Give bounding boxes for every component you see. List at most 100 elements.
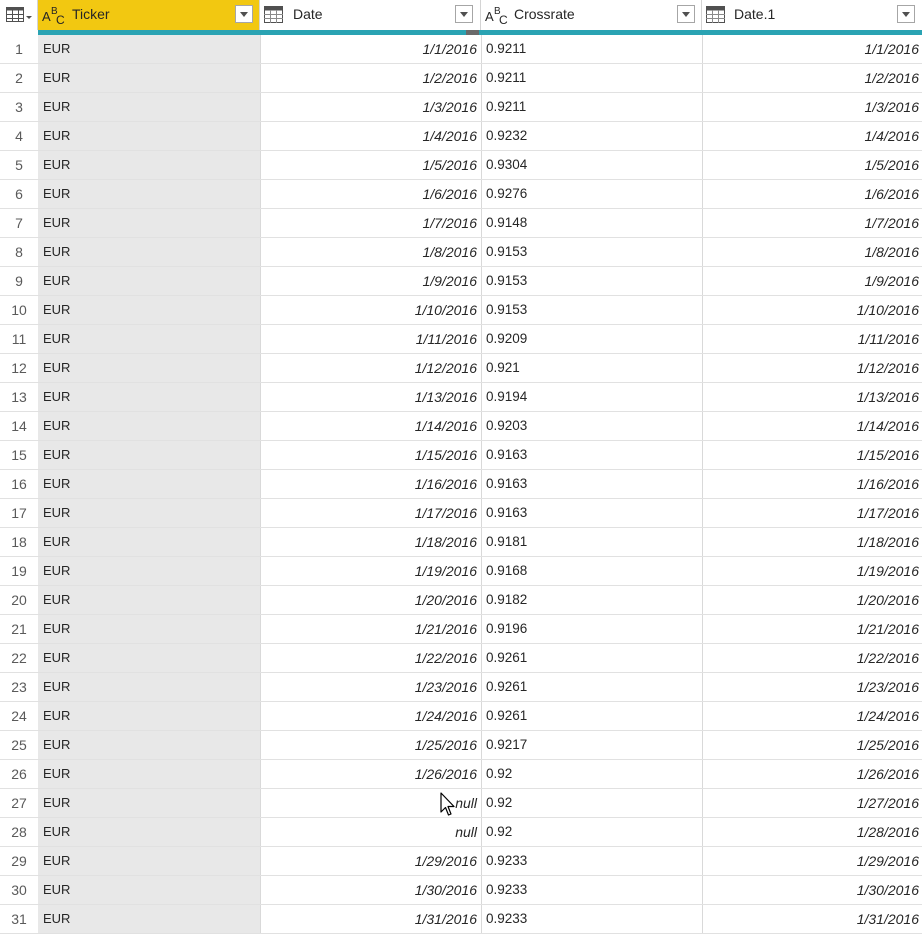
cell-date[interactable]: 1/17/2016 — [260, 499, 481, 527]
cell-date1[interactable]: 1/7/2016 — [702, 209, 922, 237]
table-row[interactable]: 9 EUR 1/9/2016 0.9153 1/9/2016 — [0, 267, 922, 296]
cell-date1[interactable]: 1/8/2016 — [702, 238, 922, 266]
table-row[interactable]: 25 EUR 1/25/2016 0.9217 1/25/2016 — [0, 731, 922, 760]
cell-date1[interactable]: 1/14/2016 — [702, 412, 922, 440]
cell-date1[interactable]: 1/17/2016 — [702, 499, 922, 527]
cell-crossrate[interactable]: 0.9153 — [481, 267, 702, 295]
cell-ticker[interactable]: EUR — [38, 64, 260, 92]
cell-ticker[interactable]: EUR — [38, 238, 260, 266]
table-row[interactable]: 19 EUR 1/19/2016 0.9168 1/19/2016 — [0, 557, 922, 586]
cell-crossrate[interactable]: 0.9304 — [481, 151, 702, 179]
table-row[interactable]: 17 EUR 1/17/2016 0.9163 1/17/2016 — [0, 499, 922, 528]
cell-crossrate[interactable]: 0.92 — [481, 818, 702, 846]
table-row[interactable]: 11 EUR 1/11/2016 0.9209 1/11/2016 — [0, 325, 922, 354]
cell-crossrate[interactable]: 0.9163 — [481, 441, 702, 469]
cell-ticker[interactable]: EUR — [38, 296, 260, 324]
cell-crossrate[interactable]: 0.9211 — [481, 35, 702, 63]
cell-date[interactable]: 1/14/2016 — [260, 412, 481, 440]
cell-crossrate[interactable]: 0.9163 — [481, 499, 702, 527]
cell-date[interactable]: 1/30/2016 — [260, 876, 481, 904]
cell-date1[interactable]: 1/31/2016 — [702, 905, 922, 933]
cell-date1[interactable]: 1/11/2016 — [702, 325, 922, 353]
cell-date1[interactable]: 1/6/2016 — [702, 180, 922, 208]
cell-date[interactable]: 1/29/2016 — [260, 847, 481, 875]
cell-date[interactable]: 1/6/2016 — [260, 180, 481, 208]
cell-ticker[interactable]: EUR — [38, 876, 260, 904]
cell-date1[interactable]: 1/18/2016 — [702, 528, 922, 556]
cell-crossrate[interactable]: 0.9211 — [481, 64, 702, 92]
table-row[interactable]: 23 EUR 1/23/2016 0.9261 1/23/2016 — [0, 673, 922, 702]
table-menu-button[interactable] — [0, 0, 38, 30]
cell-date1[interactable]: 1/9/2016 — [702, 267, 922, 295]
cell-date1[interactable]: 1/19/2016 — [702, 557, 922, 585]
cell-ticker[interactable]: EUR — [38, 470, 260, 498]
table-row[interactable]: 24 EUR 1/24/2016 0.9261 1/24/2016 — [0, 702, 922, 731]
cell-date[interactable]: 1/19/2016 — [260, 557, 481, 585]
table-row[interactable]: 29 EUR 1/29/2016 0.9233 1/29/2016 — [0, 847, 922, 876]
table-row[interactable]: 27 EUR null 0.92 1/27/2016 — [0, 789, 922, 818]
cell-ticker[interactable]: EUR — [38, 354, 260, 382]
cell-ticker[interactable]: EUR — [38, 151, 260, 179]
table-row[interactable]: 31 EUR 1/31/2016 0.9233 1/31/2016 — [0, 905, 922, 934]
cell-date[interactable]: 1/23/2016 — [260, 673, 481, 701]
cell-ticker[interactable]: EUR — [38, 702, 260, 730]
cell-date[interactable]: 1/10/2016 — [260, 296, 481, 324]
cell-date1[interactable]: 1/28/2016 — [702, 818, 922, 846]
cell-crossrate[interactable]: 0.9153 — [481, 296, 702, 324]
cell-date[interactable]: 1/24/2016 — [260, 702, 481, 730]
cell-date1[interactable]: 1/3/2016 — [702, 93, 922, 121]
cell-date[interactable]: 1/3/2016 — [260, 93, 481, 121]
cell-date[interactable]: 1/22/2016 — [260, 644, 481, 672]
cell-date1[interactable]: 1/21/2016 — [702, 615, 922, 643]
filter-dropdown-button[interactable] — [455, 5, 473, 23]
cell-ticker[interactable]: EUR — [38, 731, 260, 759]
table-row[interactable]: 6 EUR 1/6/2016 0.9276 1/6/2016 — [0, 180, 922, 209]
cell-crossrate[interactable]: 0.9148 — [481, 209, 702, 237]
cell-date[interactable]: 1/4/2016 — [260, 122, 481, 150]
cell-crossrate[interactable]: 0.9217 — [481, 731, 702, 759]
cell-crossrate[interactable]: 0.9203 — [481, 412, 702, 440]
cell-date[interactable]: 1/11/2016 — [260, 325, 481, 353]
cell-date[interactable]: 1/1/2016 — [260, 35, 481, 63]
column-header-ticker[interactable]: A B C Ticker — [38, 0, 260, 30]
cell-date1[interactable]: 1/22/2016 — [702, 644, 922, 672]
cell-crossrate[interactable]: 0.9181 — [481, 528, 702, 556]
table-row[interactable]: 12 EUR 1/12/2016 0.921 1/12/2016 — [0, 354, 922, 383]
cell-date[interactable]: 1/26/2016 — [260, 760, 481, 788]
cell-crossrate[interactable]: 0.9196 — [481, 615, 702, 643]
cell-date1[interactable]: 1/4/2016 — [702, 122, 922, 150]
cell-date1[interactable]: 1/23/2016 — [702, 673, 922, 701]
cell-crossrate[interactable]: 0.9261 — [481, 702, 702, 730]
cell-ticker[interactable]: EUR — [38, 673, 260, 701]
cell-crossrate[interactable]: 0.9168 — [481, 557, 702, 585]
cell-ticker[interactable]: EUR — [38, 180, 260, 208]
cell-date[interactable]: 1/8/2016 — [260, 238, 481, 266]
cell-date[interactable]: 1/20/2016 — [260, 586, 481, 614]
cell-crossrate[interactable]: 0.9233 — [481, 847, 702, 875]
cell-crossrate[interactable]: 0.9261 — [481, 644, 702, 672]
cell-date[interactable]: 1/5/2016 — [260, 151, 481, 179]
cell-ticker[interactable]: EUR — [38, 441, 260, 469]
cell-crossrate[interactable]: 0.9194 — [481, 383, 702, 411]
cell-date1[interactable]: 1/20/2016 — [702, 586, 922, 614]
cell-date1[interactable]: 1/5/2016 — [702, 151, 922, 179]
cell-date1[interactable]: 1/1/2016 — [702, 35, 922, 63]
table-row[interactable]: 22 EUR 1/22/2016 0.9261 1/22/2016 — [0, 644, 922, 673]
cell-crossrate[interactable]: 0.9276 — [481, 180, 702, 208]
cell-ticker[interactable]: EUR — [38, 644, 260, 672]
cell-date[interactable]: 1/13/2016 — [260, 383, 481, 411]
cell-date1[interactable]: 1/24/2016 — [702, 702, 922, 730]
cell-date[interactable]: 1/21/2016 — [260, 615, 481, 643]
table-row[interactable]: 15 EUR 1/15/2016 0.9163 1/15/2016 — [0, 441, 922, 470]
cell-ticker[interactable]: EUR — [38, 615, 260, 643]
cell-date[interactable]: null — [260, 818, 481, 846]
cell-date[interactable]: 1/15/2016 — [260, 441, 481, 469]
table-row[interactable]: 4 EUR 1/4/2016 0.9232 1/4/2016 — [0, 122, 922, 151]
cell-crossrate[interactable]: 0.9233 — [481, 905, 702, 933]
cell-crossrate[interactable]: 0.92 — [481, 789, 702, 817]
cell-crossrate[interactable]: 0.9232 — [481, 122, 702, 150]
cell-crossrate[interactable]: 0.9209 — [481, 325, 702, 353]
cell-date[interactable]: 1/2/2016 — [260, 64, 481, 92]
table-row[interactable]: 14 EUR 1/14/2016 0.9203 1/14/2016 — [0, 412, 922, 441]
cell-crossrate[interactable]: 0.92 — [481, 760, 702, 788]
